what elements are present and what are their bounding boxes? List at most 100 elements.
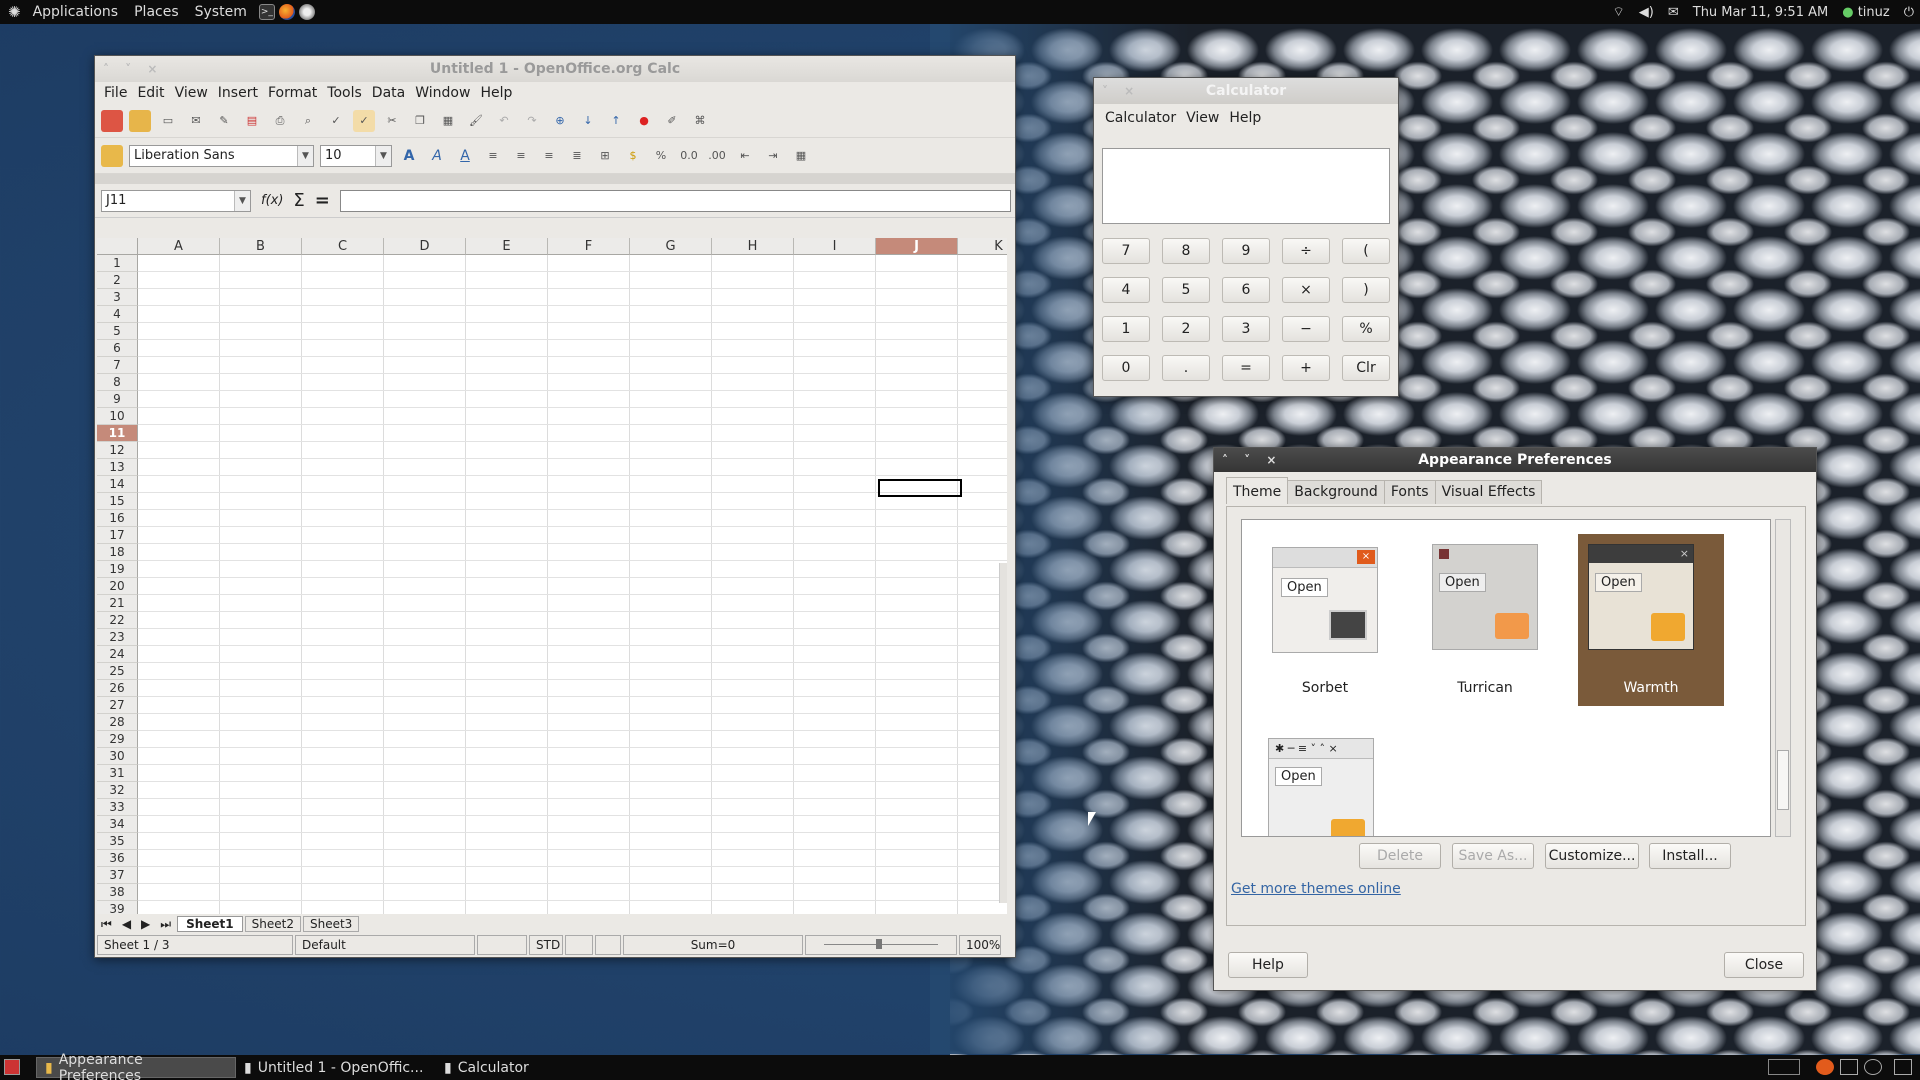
power-icon[interactable]: ⏻: [1904, 5, 1914, 20]
styles-icon[interactable]: [101, 144, 123, 167]
menu-view[interactable]: View: [170, 85, 213, 101]
calc-key[interactable]: =: [1222, 355, 1270, 381]
sort-descending-icon[interactable]: ↑: [605, 110, 627, 132]
row-header[interactable]: 1: [97, 255, 138, 272]
row-header[interactable]: 16: [97, 510, 138, 527]
menu-help[interactable]: Help: [475, 85, 517, 101]
row-header[interactable]: 29: [97, 731, 138, 748]
calc-key[interactable]: 7: [1102, 238, 1150, 264]
menu-format[interactable]: Format: [263, 85, 322, 101]
calc-key[interactable]: 3: [1222, 316, 1270, 342]
menu-tools[interactable]: Tools: [322, 85, 367, 101]
calc-key[interactable]: 0: [1102, 355, 1150, 381]
row-header[interactable]: 27: [97, 697, 138, 714]
italic-icon[interactable]: A: [426, 145, 448, 167]
calc-key[interactable]: 8: [1162, 238, 1210, 264]
zoom-slider[interactable]: [805, 935, 957, 955]
last-sheet-icon[interactable]: ⏭: [156, 917, 175, 932]
print-icon[interactable]: ⎙: [269, 110, 291, 132]
calc-key[interactable]: Clr: [1342, 355, 1390, 381]
calc-key[interactable]: ÷: [1282, 238, 1330, 264]
menu-calculator[interactable]: Calculator: [1100, 110, 1181, 126]
row-header[interactable]: 25: [97, 663, 138, 680]
calc-titlebar[interactable]: ˄ ˅ × Untitled 1 - OpenOffice.org Calc: [95, 56, 1015, 82]
theme-list-scrollbar[interactable]: [1775, 519, 1791, 837]
column-header[interactable]: A: [138, 238, 220, 255]
row-header[interactable]: 2: [97, 272, 138, 289]
decimal-icon[interactable]: .00: [706, 145, 728, 167]
gnome-foot-icon[interactable]: ✺: [0, 3, 25, 21]
standard-format-icon[interactable]: 0.0: [678, 145, 700, 167]
new-icon[interactable]: [101, 109, 123, 132]
autospell-icon[interactable]: ✓: [353, 109, 375, 132]
taskbar-appearance[interactable]: ▮ Appearance Preferences: [36, 1052, 236, 1080]
calc-key[interactable]: .: [1162, 355, 1210, 381]
row-header[interactable]: 31: [97, 765, 138, 782]
show-desktop-icon[interactable]: [4, 1059, 20, 1075]
decrease-indent-icon[interactable]: ⇤: [734, 145, 756, 167]
sort-ascending-icon[interactable]: ↓: [577, 110, 599, 132]
next-sheet-icon[interactable]: ▶: [137, 917, 154, 931]
theme-fourth-preview[interactable]: ✱ ─ ≡ ˅ ˄ × Open: [1268, 738, 1374, 836]
calc-key[interactable]: 5: [1162, 277, 1210, 303]
workspace-switcher[interactable]: [1768, 1059, 1800, 1075]
column-header[interactable]: G: [630, 238, 712, 255]
window-controls[interactable]: ˅ ×: [1102, 78, 1140, 104]
borders-icon[interactable]: ▦: [790, 145, 812, 167]
prev-sheet-icon[interactable]: ◀: [118, 917, 135, 931]
calc-key[interactable]: 1: [1102, 316, 1150, 342]
window-controls[interactable]: ˄ ˅ ×: [1222, 448, 1282, 472]
calc-key[interactable]: 6: [1222, 277, 1270, 303]
customize-button[interactable]: Customize...: [1545, 843, 1639, 869]
column-header[interactable]: J: [876, 238, 958, 255]
menu-insert[interactable]: Insert: [213, 85, 263, 101]
row-header[interactable]: 14: [97, 476, 138, 493]
row-header[interactable]: 9: [97, 391, 138, 408]
spreadsheet-grid[interactable]: ABCDEFGHIJK 1 2 3 4 5 6 7 8 9 10 11 12 13 14 15 16 17 18 1…: [97, 238, 1007, 922]
row-header[interactable]: 13: [97, 459, 138, 476]
theme-sorbet-preview[interactable]: × Open: [1272, 547, 1378, 653]
percent-icon[interactable]: %: [650, 145, 672, 167]
row-header[interactable]: 21: [97, 595, 138, 612]
calc-key[interactable]: ): [1342, 277, 1390, 303]
tab-fonts[interactable]: Fonts: [1383, 480, 1436, 504]
underline-icon[interactable]: A: [454, 145, 476, 167]
theme-list[interactable]: × Open Sorbet Open Turrican × Open Warmt…: [1241, 519, 1771, 837]
tray-window-icon[interactable]: [1840, 1059, 1858, 1075]
calc-key[interactable]: +: [1282, 355, 1330, 381]
first-sheet-icon[interactable]: ⏮: [97, 917, 116, 932]
tab-theme[interactable]: Theme: [1226, 477, 1289, 504]
calculator-titlebar[interactable]: ˅ × Calculator: [1094, 78, 1398, 104]
formula-input[interactable]: [339, 189, 1011, 212]
row-header[interactable]: 18: [97, 544, 138, 561]
column-header[interactable]: E: [466, 238, 548, 255]
volume-icon[interactable]: ◀): [1639, 5, 1654, 20]
row-header[interactable]: 17: [97, 527, 138, 544]
row-header[interactable]: 26: [97, 680, 138, 697]
copy-icon[interactable]: ❐: [409, 110, 431, 132]
row-header[interactable]: 30: [97, 748, 138, 765]
column-header[interactable]: H: [712, 238, 794, 255]
font-size-combo[interactable]: 10 ▼: [320, 144, 392, 167]
formula-equals-icon[interactable]: =: [315, 190, 330, 211]
row-header[interactable]: 37: [97, 867, 138, 884]
align-right-icon[interactable]: ≡: [538, 145, 560, 167]
edit-file-icon[interactable]: ✎: [213, 110, 235, 132]
scrollbar-thumb[interactable]: [1777, 750, 1789, 810]
vertical-scrollbar[interactable]: [999, 563, 1007, 903]
format-paintbrush-icon[interactable]: 🖌: [465, 110, 487, 132]
chart-icon[interactable]: ●: [633, 110, 655, 132]
menu-system[interactable]: System: [187, 4, 255, 20]
name-box[interactable]: J11 ▼: [101, 189, 251, 212]
clock[interactable]: Thu Mar 11, 9:51 AM: [1693, 5, 1828, 20]
currency-icon[interactable]: $: [622, 145, 644, 167]
row-header[interactable]: 32: [97, 782, 138, 799]
calculator-display[interactable]: [1102, 148, 1390, 224]
menu-data[interactable]: Data: [367, 85, 410, 101]
align-center-icon[interactable]: ≡: [510, 145, 532, 167]
tab-sheet1[interactable]: Sheet1: [177, 916, 243, 932]
status-page-style[interactable]: Default: [295, 935, 475, 955]
calc-key[interactable]: 4: [1102, 277, 1150, 303]
row-header[interactable]: 34: [97, 816, 138, 833]
calc-key[interactable]: −: [1282, 316, 1330, 342]
